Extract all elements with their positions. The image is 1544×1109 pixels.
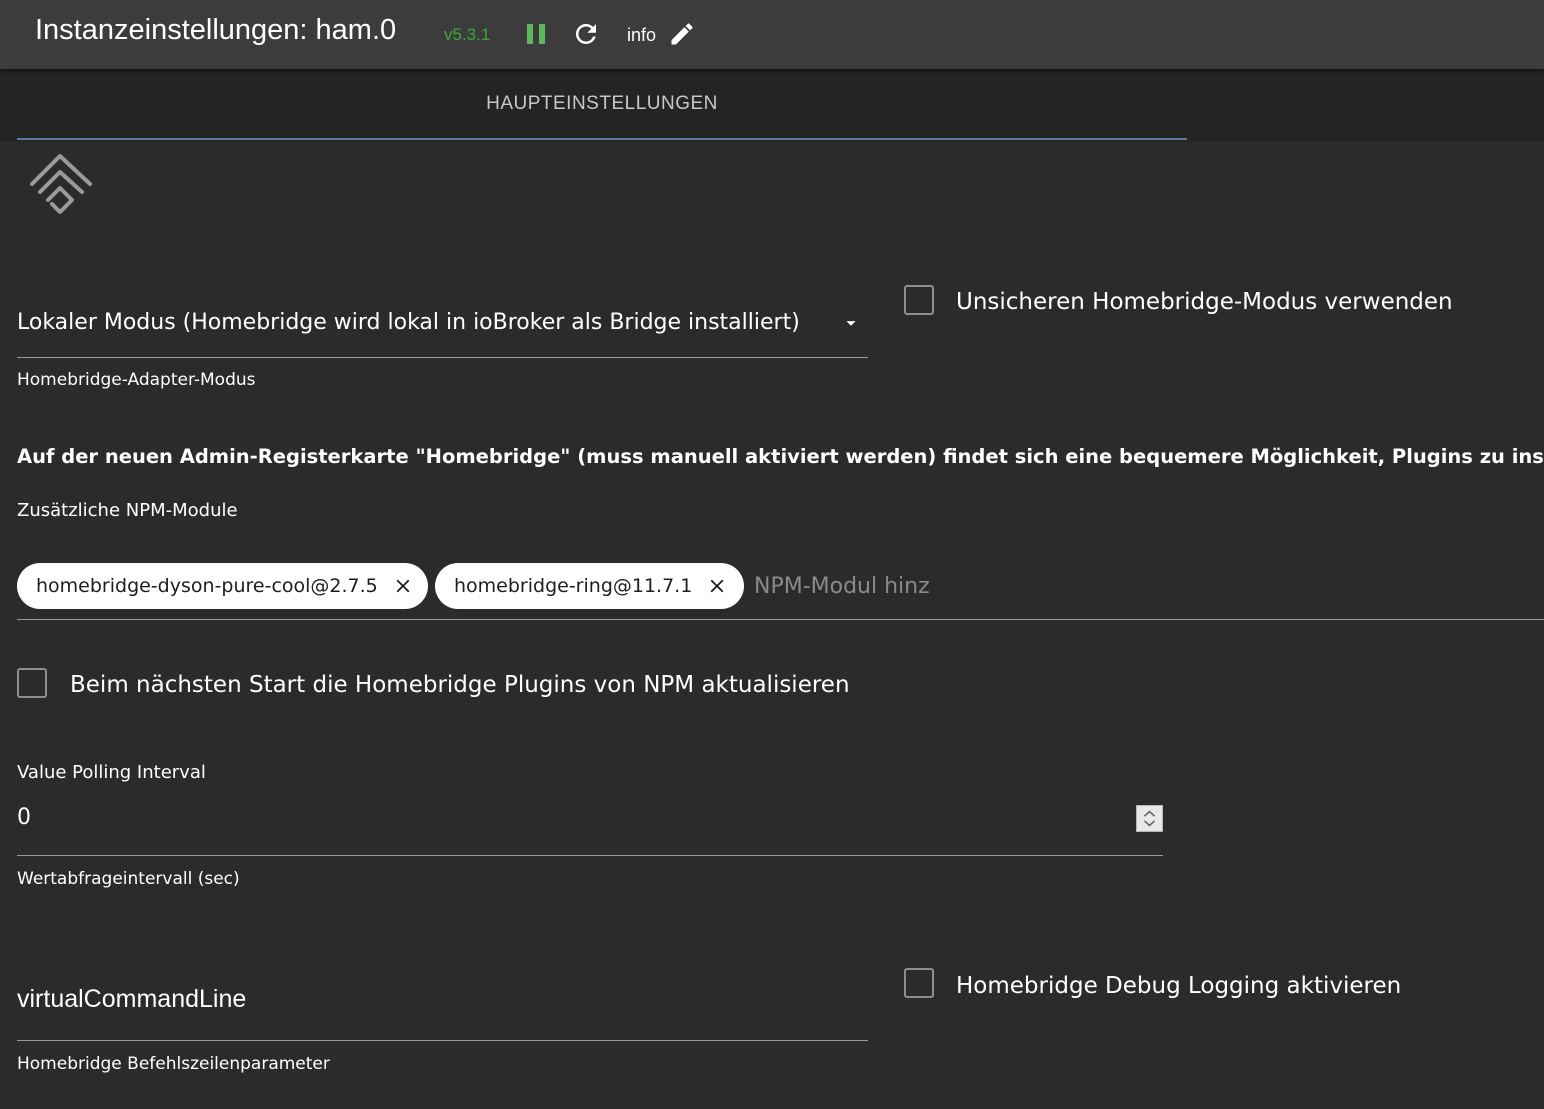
command-line-input[interactable]: virtualCommandLine (17, 975, 868, 1041)
npm-module-chip: homebridge-dyson-pure-cool@2.7.5 (17, 563, 428, 609)
insecure-mode-checkbox[interactable] (904, 285, 934, 315)
page-title: Instanzeinstellungen: ham.0 (35, 14, 397, 46)
debug-logging-checkbox[interactable] (904, 968, 934, 998)
dropdown-arrow-icon (846, 321, 856, 326)
close-icon[interactable] (706, 575, 728, 597)
reload-icon[interactable] (571, 19, 601, 49)
adapter-mode-value: Lokaler Modus (Homebridge wird lokal in … (17, 310, 800, 335)
tab-haupteinstellungen[interactable]: HAUPTEINSTELLUNGEN (17, 69, 1187, 139)
npm-modules-label: Zusätzliche NPM-Module (17, 500, 238, 521)
adapter-mode-helper: Homebridge-Adapter-Modus (17, 370, 256, 390)
polling-interval-value: 0 (17, 805, 31, 830)
adapter-mode-select[interactable]: Lokaler Modus (Homebridge wird lokal in … (17, 300, 868, 358)
close-icon[interactable] (392, 575, 414, 597)
insecure-mode-label: Unsicheren Homebridge-Modus verwenden (956, 289, 1453, 315)
npm-module-input[interactable] (752, 569, 1452, 603)
npm-module-chip-label: homebridge-dyson-pure-cool@2.7.5 (36, 575, 378, 597)
top-bar: Instanzeinstellungen: ham.0 v5.3.1 info (0, 0, 1544, 69)
polling-interval-input[interactable]: 0 (17, 795, 1163, 856)
debug-logging-label: Homebridge Debug Logging aktivieren (956, 973, 1402, 999)
number-spinner-icon[interactable] (1136, 805, 1163, 832)
homebridge-logo-icon (30, 154, 92, 214)
polling-interval-label: Value Polling Interval (17, 762, 206, 783)
command-line-value: virtualCommandLine (17, 985, 247, 1013)
update-plugins-checkbox[interactable] (17, 668, 47, 698)
command-line-helper: Homebridge Befehlszeilenparameter (17, 1054, 330, 1074)
tab-bar: HAUPTEINSTELLUNGEN (0, 69, 1544, 141)
pause-icon[interactable] (522, 20, 550, 48)
info-label: info (627, 25, 657, 45)
plugin-hint-text: Auf der neuen Admin-Registerkarte "Homeb… (17, 445, 1544, 468)
pencil-icon[interactable] (668, 20, 696, 48)
npm-modules-field: homebridge-dyson-pure-cool@2.7.5 homebri… (17, 555, 1544, 620)
tab-indicator (17, 138, 1187, 140)
npm-module-chip-label: homebridge-ring@11.7.1 (454, 575, 693, 597)
version-label: v5.3.1 (444, 25, 491, 44)
polling-interval-helper: Wertabfrageintervall (sec) (17, 869, 240, 889)
npm-module-chip: homebridge-ring@11.7.1 (435, 563, 744, 609)
update-plugins-label: Beim nächsten Start die Homebridge Plugi… (70, 672, 850, 698)
